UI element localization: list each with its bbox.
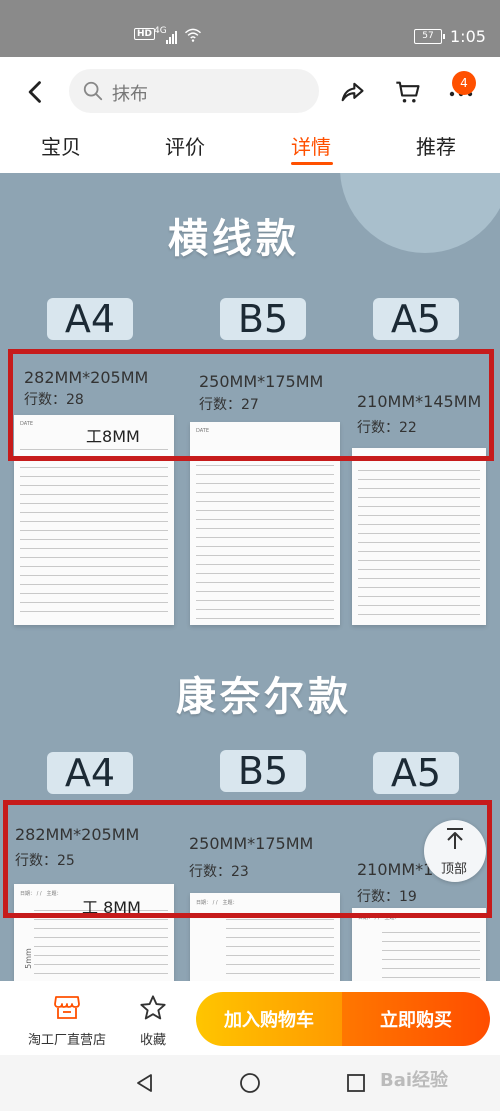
tab-recommend[interactable]: 推荐 — [416, 131, 456, 160]
cart-badge: 4 — [452, 71, 476, 95]
store-icon[interactable] — [53, 994, 81, 1020]
watermark: Bai经验 — [380, 1070, 449, 1091]
network-type: 4G — [154, 26, 167, 36]
tab-item[interactable]: 宝贝 — [41, 131, 81, 160]
search-input[interactable] — [69, 69, 319, 113]
active-tab-indicator — [291, 162, 333, 165]
wifi-icon — [184, 28, 202, 42]
size-tag-a5: A5 — [373, 298, 459, 340]
arrow-up-icon — [447, 828, 463, 849]
clock: 1:05 — [450, 27, 486, 46]
paper-sheet-a5: 日期： / / 主题： — [352, 908, 486, 984]
size-tag-b5: B5 — [220, 750, 306, 792]
tab-details[interactable]: 详情 — [291, 131, 331, 160]
share-icon[interactable] — [338, 78, 366, 106]
paper-sheet-a5 — [352, 448, 486, 625]
favorite-label[interactable]: 收藏 — [140, 1029, 166, 1048]
hd-indicator: HD — [134, 28, 156, 40]
size-tag-b5: B5 — [220, 298, 306, 340]
back-to-top-label: 顶部 — [441, 862, 468, 877]
section-title-cornell: 康奈尔款 — [176, 674, 352, 720]
nav-back-icon[interactable] — [133, 1072, 155, 1094]
add-to-cart-button[interactable]: 加入购物车 — [196, 992, 342, 1046]
size-tag-a4: A4 — [47, 752, 133, 794]
cart-icon[interactable] — [394, 78, 422, 106]
star-icon[interactable] — [139, 994, 167, 1022]
store-label[interactable]: 淘工厂直营店 — [28, 1029, 106, 1048]
highlight-box — [8, 349, 494, 461]
battery-icon: 57 — [414, 29, 445, 44]
search-query: 抹布 — [112, 84, 148, 105]
signal-icon — [166, 30, 180, 44]
section-title-lined: 横线款 — [168, 216, 300, 262]
size-tag-a4: A4 — [47, 298, 133, 340]
nav-home-icon[interactable] — [239, 1072, 261, 1094]
search-icon — [83, 81, 103, 101]
highlight-box — [3, 800, 492, 918]
decorative-circle — [340, 173, 500, 253]
back-icon[interactable] — [22, 78, 50, 106]
nav-recent-apps-icon[interactable] — [346, 1073, 366, 1093]
tab-reviews[interactable]: 评价 — [165, 131, 205, 160]
size-tag-a5: A5 — [373, 752, 459, 794]
buy-now-button[interactable]: 立即购买 — [342, 992, 490, 1046]
